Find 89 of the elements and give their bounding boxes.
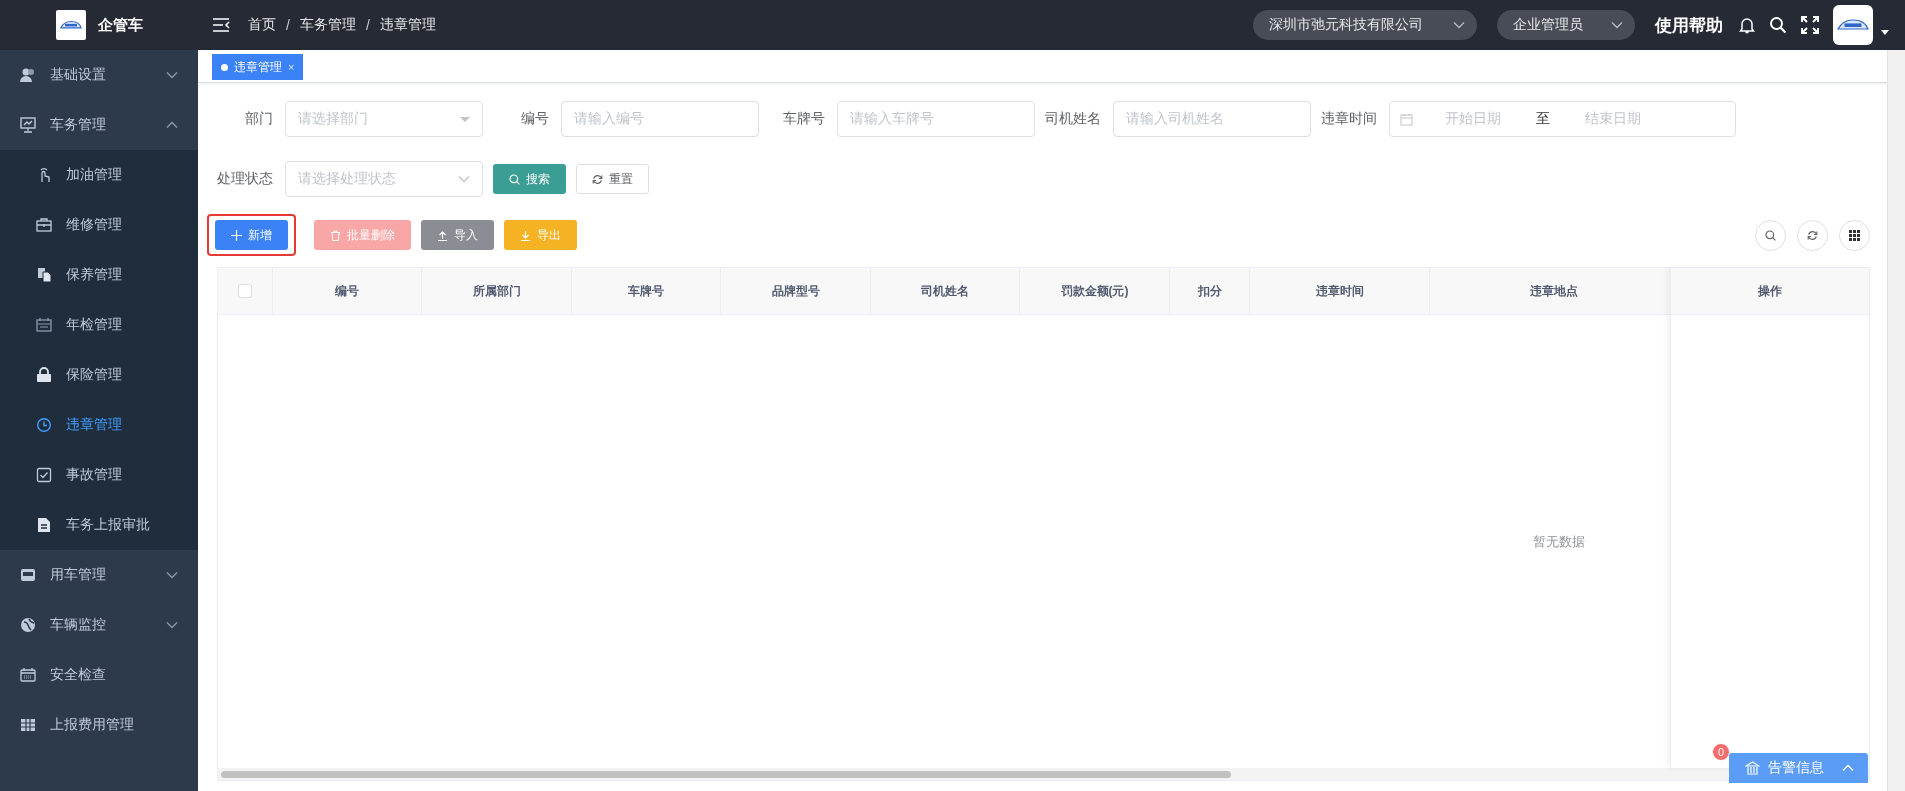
trash-icon [330, 229, 341, 241]
refresh-icon [592, 173, 603, 185]
fullscreen-icon[interactable] [1801, 16, 1819, 34]
bell-icon[interactable] [1739, 16, 1755, 34]
sidebar-item[interactable]: 用车管理 [0, 550, 198, 600]
date-range-field[interactable]: 开始日期 至 结束日期 [1389, 101, 1736, 137]
sidebar-item[interactable]: 车辆监控 [0, 600, 198, 650]
briefcase-icon [36, 217, 52, 233]
start-date-placeholder: 开始日期 [1444, 110, 1502, 128]
calendar-icon [20, 667, 36, 683]
submenu-item[interactable]: 车务上报审批 [0, 500, 198, 550]
avatar[interactable] [1833, 5, 1873, 45]
refresh-icon [1807, 229, 1818, 241]
sidebar-item[interactable]: 车务管理 [0, 100, 198, 150]
users-icon [20, 67, 36, 83]
field-label: 司机姓名 [1044, 110, 1102, 128]
sidebar-item[interactable]: 安全检查 [0, 650, 198, 700]
column-header: 操作 [1671, 268, 1869, 315]
breadcrumb-item[interactable]: 首页 [248, 16, 276, 34]
columns-button[interactable] [1839, 219, 1870, 251]
add-button[interactable]: 新增 [215, 220, 288, 250]
page-tab[interactable]: 违章管理 × [212, 54, 304, 80]
role-name: 企业管理员 [1513, 16, 1583, 34]
grid-icon [20, 717, 36, 733]
field-label: 违章时间 [1320, 110, 1378, 128]
card-icon [20, 567, 36, 583]
field-label: 车牌号 [782, 110, 826, 128]
globe-icon [20, 617, 36, 633]
submenu-item[interactable]: 维修管理 [0, 200, 198, 250]
dot-icon [221, 63, 228, 71]
submenu-item[interactable]: 保养管理 [0, 250, 198, 300]
document-icon [36, 517, 52, 533]
menu-icon[interactable] [212, 17, 230, 33]
column-header: 编号 [273, 268, 422, 314]
column-header: 所属部门 [422, 268, 572, 314]
company-name: 深圳市弛元科技有限公司 [1269, 16, 1423, 34]
search-toggle-button[interactable] [1755, 219, 1786, 251]
search-icon [509, 173, 520, 185]
range-separator: 至 [1535, 110, 1551, 128]
clock-icon [36, 417, 52, 433]
upload-icon [437, 229, 448, 241]
company-select[interactable]: 深圳市弛元科技有限公司 [1253, 10, 1477, 40]
caret-down-icon[interactable] [1881, 29, 1889, 35]
help-link[interactable]: 使用帮助 [1655, 13, 1723, 37]
chevron-down-icon [1453, 21, 1465, 29]
bank-icon [1745, 760, 1760, 776]
submenu-item[interactable]: 违章管理 [0, 400, 198, 450]
breadcrumb-item: 违章管理 [379, 16, 436, 34]
refresh-button[interactable] [1797, 219, 1828, 251]
chevron-down-icon [458, 175, 470, 183]
documents-icon [36, 267, 52, 283]
search-icon[interactable] [1769, 16, 1787, 34]
column-header: 违章时间 [1250, 268, 1430, 314]
sidebar-item[interactable]: 基础设置 [0, 50, 198, 100]
checkbox-icon [36, 467, 52, 483]
grid-icon [1849, 229, 1860, 241]
column-header: 罚款金额(元) [1020, 268, 1170, 314]
role-select[interactable]: 企业管理员 [1497, 10, 1635, 40]
end-date-placeholder: 结束日期 [1584, 110, 1642, 128]
vertical-scrollbar[interactable] [1887, 50, 1905, 791]
search-icon [1765, 229, 1776, 241]
breadcrumb-separator: / [286, 17, 290, 33]
lock-icon [36, 367, 52, 383]
download-icon [520, 229, 531, 241]
submenu-item[interactable]: 加油管理 [0, 150, 198, 200]
app-name: 企管车 [97, 15, 143, 35]
chevron-down-icon [1611, 21, 1623, 29]
reset-button[interactable]: 重置 [576, 164, 649, 194]
field-label: 处理状态 [216, 170, 274, 188]
field-label: 编号 [520, 110, 550, 128]
submenu-item[interactable]: 年检管理 [0, 300, 198, 350]
plus-icon [231, 229, 242, 241]
breadcrumb-item[interactable]: 车务管理 [299, 16, 356, 34]
submenu-item[interactable]: 保险管理 [0, 350, 198, 400]
calendar-icon [1400, 112, 1413, 126]
sidebar-item[interactable]: 上报费用管理 [0, 700, 198, 750]
submenu-item[interactable]: 事故管理 [0, 450, 198, 500]
checkbox[interactable] [238, 284, 252, 298]
column-header: 司机姓名 [871, 268, 1020, 314]
breadcrumb-separator: / [365, 17, 370, 33]
field-label: 部门 [244, 110, 274, 128]
column-header: 品牌型号 [721, 268, 871, 314]
chevron-up-icon [1842, 764, 1854, 772]
empty-message: 暂无数据 [1532, 532, 1585, 551]
calendar-icon [36, 317, 52, 333]
monitor-icon [20, 117, 36, 133]
column-header: 车牌号 [572, 268, 721, 314]
column-header: 扣分 [1170, 268, 1250, 314]
caret-down-icon [460, 116, 470, 122]
